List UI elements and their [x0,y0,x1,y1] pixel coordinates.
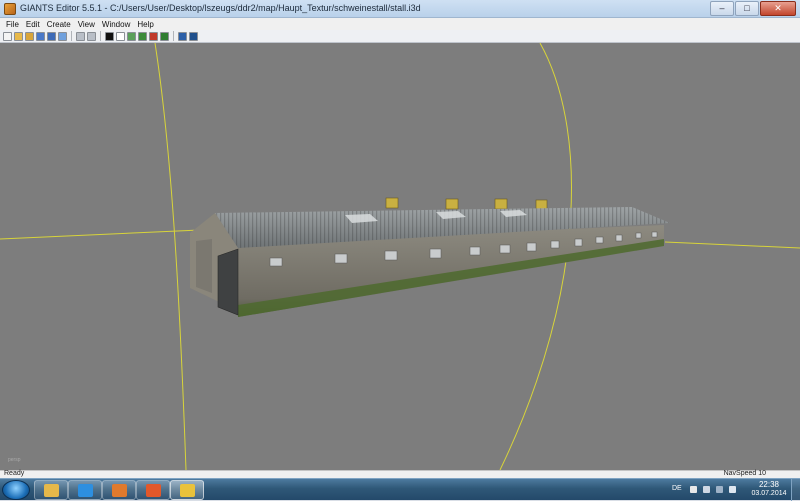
placement-icon[interactable] [160,31,169,41]
ie-app[interactable] [68,480,102,500]
clock-time[interactable]: 22:38 [754,480,784,489]
app-icon [4,3,16,15]
redo-icon[interactable] [87,31,96,41]
status-text: Ready [4,470,25,477]
world-icon[interactable] [189,31,198,41]
giants-editor-app[interactable] [170,480,204,500]
grid-line-horizontal-right [664,241,800,249]
taskbar: DE 22:38 03.07.2014 [0,478,800,501]
start-button[interactable] [2,480,30,500]
show-desktop-button[interactable] [791,479,800,501]
foliage-icon[interactable] [149,31,158,41]
export-icon[interactable] [58,31,67,41]
tray-flag-icon[interactable] [690,486,697,493]
select-icon[interactable] [116,31,125,41]
open-recent-icon[interactable] [25,31,34,41]
play-icon[interactable] [105,31,114,41]
clock-date[interactable]: 03.07.2014 [748,490,790,497]
grid-curve-left [154,43,187,470]
giants-editor-app-icon [180,484,195,497]
terrain-icon[interactable] [127,31,136,41]
media-app-icon [112,484,127,497]
3d-viewport[interactable]: persp [0,43,800,470]
explorer-app-icon [44,484,59,497]
paint-icon[interactable] [138,31,147,41]
viewport-camera-label: persp [8,457,21,463]
toolbar-separator [173,31,174,41]
menu-view[interactable]: View [75,18,99,30]
language-indicator[interactable]: DE [672,485,682,492]
title-bar[interactable]: GIANTS Editor 5.5.1 - C:/Users/User/Desk… [0,0,800,18]
tray-monitor-icon[interactable] [716,486,723,493]
close-button[interactable]: ✕ [760,1,796,16]
save-as-icon[interactable] [47,31,56,41]
tray-network-icon[interactable] [703,486,710,493]
save-icon[interactable] [36,31,45,41]
menu-file[interactable]: File [3,18,23,30]
tray-volume-icon[interactable] [729,486,736,493]
editor-window: GIANTS Editor 5.5.1 - C:/Users/User/Desk… [0,0,800,478]
open-icon[interactable] [14,31,23,41]
nav-speed-readout: NavSpeed 10 [723,470,766,477]
grid-line-horizontal-left [0,229,201,240]
firefox-app-icon [146,484,161,497]
window-title: GIANTS Editor 5.5.1 - C:/Users/User/Desk… [20,3,421,13]
toolbar-separator [100,31,101,41]
undo-icon[interactable] [76,31,85,41]
status-bar: Ready NavSpeed 10 [0,470,800,478]
menu-help[interactable]: Help [134,18,157,30]
barn-annex [196,239,212,293]
menu-window[interactable]: Window [99,18,134,30]
toolbar-separator [71,31,72,41]
maximize-button[interactable]: □ [735,1,759,16]
barn-door [217,248,239,316]
roof-ventilators [385,197,548,210]
toolbar [0,30,800,43]
window-controls: – □ ✕ [710,1,796,16]
firefox-app[interactable] [136,480,170,500]
scene-canvas[interactable] [0,43,800,470]
settings-icon[interactable] [178,31,187,41]
menu-bar: File Edit Create View Window Help [0,18,800,30]
new-icon[interactable] [3,31,12,41]
explorer-app[interactable] [34,480,68,500]
ie-app-icon [78,484,93,497]
menu-edit[interactable]: Edit [23,18,44,30]
minimize-button[interactable]: – [710,1,734,16]
menu-create[interactable]: Create [44,18,75,30]
media-app[interactable] [102,480,136,500]
